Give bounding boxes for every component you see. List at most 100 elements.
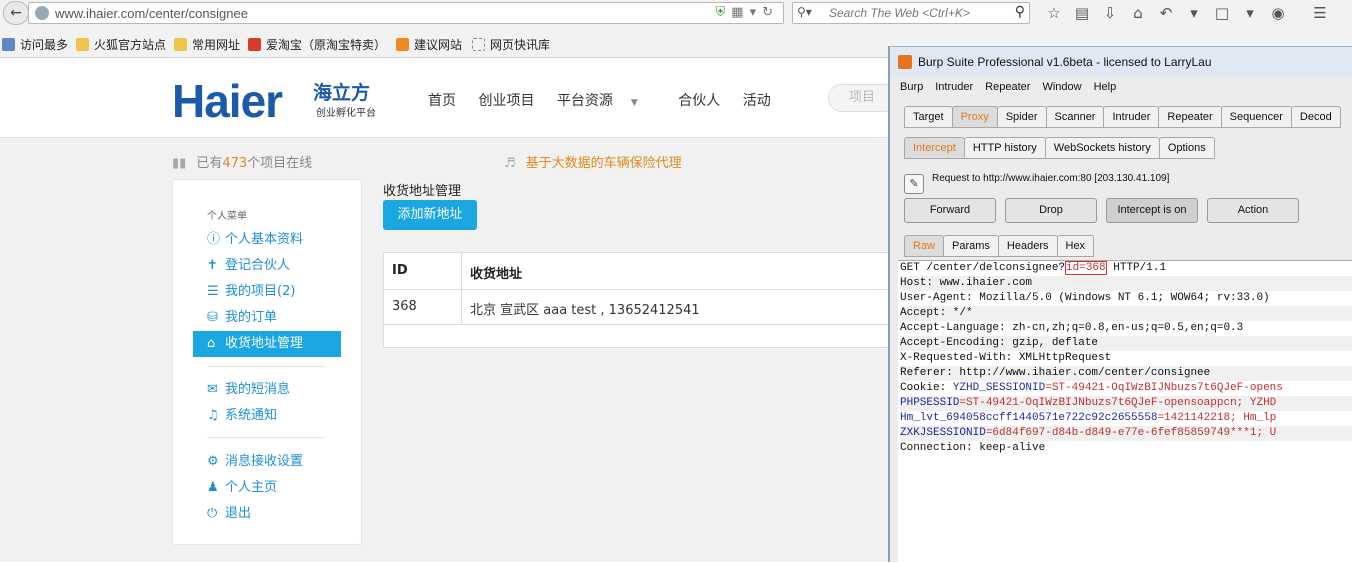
tab-headers[interactable]: Headers: [997, 235, 1058, 257]
home-icon: ⌂: [207, 336, 216, 351]
header-accept-encoding: Accept-Encoding: gzip, deflate: [900, 336, 1352, 351]
power-icon: ⏻: [207, 506, 218, 521]
list-icon: ☰: [207, 284, 219, 299]
project-count: 473: [222, 156, 248, 171]
menu-item-projects[interactable]: ☰ 我的项目(2): [193, 279, 341, 305]
tab-params[interactable]: Params: [943, 235, 999, 257]
header-accept: Accept: */*: [900, 306, 1352, 321]
tab-intruder[interactable]: Intruder: [1103, 106, 1160, 128]
tab-raw[interactable]: Raw: [904, 235, 945, 257]
download-icon[interactable]: ⇩: [1096, 2, 1124, 24]
burp-menu-bar: Burp Intruder Repeater Window Help: [890, 81, 1352, 99]
tab-options[interactable]: Options: [1158, 137, 1215, 159]
menu-item-homepage[interactable]: ♟ 个人主页: [193, 475, 341, 501]
nav-home[interactable]: 首页: [428, 93, 456, 109]
menu-item-addresses[interactable]: ⌂ 收货地址管理: [193, 331, 341, 357]
clipboard-icon[interactable]: ▤: [1068, 2, 1096, 24]
home-browser-icon[interactable]: ⌂: [1124, 2, 1152, 24]
search-box[interactable]: ⚲▾ Search The Web <Ctrl+K> ⚲: [792, 2, 1030, 24]
tab-scanner[interactable]: Scanner: [1045, 106, 1105, 128]
menu-item-messages[interactable]: ✉ 我的短消息: [193, 377, 341, 403]
main-nav: 首页 创业项目 平台资源 ▼ 合伙人 活动: [428, 90, 789, 110]
user-tie-icon: ✝: [207, 258, 218, 273]
bookmark-common[interactable]: 常用网址: [174, 36, 240, 54]
row-divider: [384, 289, 890, 290]
menu-item-profile[interactable]: ⓘ 个人基本资料: [193, 227, 341, 253]
menu-divider: [207, 366, 325, 367]
tab-proxy[interactable]: Proxy: [951, 106, 998, 128]
bookmark-webslices[interactable]: 网页快讯库: [472, 36, 550, 54]
chevron-down-icon[interactable]: ▾: [1180, 2, 1208, 24]
nav-resources[interactable]: 平台资源 ▼: [557, 93, 656, 109]
pencil-icon[interactable]: ✎: [904, 174, 924, 194]
menu-item-orders[interactable]: ⛁ 我的订单: [193, 305, 341, 331]
burp-suite-window: Burp Suite Professional v1.6beta - licen…: [888, 46, 1352, 563]
tab-decoder[interactable]: Decod: [1290, 106, 1341, 128]
tab-hex[interactable]: Hex: [1056, 235, 1095, 257]
tab-target[interactable]: Target: [904, 106, 953, 128]
back-button[interactable]: ←: [3, 1, 29, 25]
ad-link[interactable]: ♬ 基于大数据的车辆保险代理: [504, 152, 682, 171]
tab-websockets-history[interactable]: WebSockets history: [1044, 137, 1160, 159]
intercept-toggle-button[interactable]: Intercept is on: [1106, 198, 1198, 223]
qr-icon[interactable]: ▦: [731, 5, 749, 20]
chat-icon[interactable]: ◉: [1264, 2, 1292, 24]
taobao-icon: [248, 38, 261, 51]
tab-repeater[interactable]: Repeater: [1158, 106, 1222, 128]
tab-http-history[interactable]: HTTP history: [963, 137, 1046, 159]
haier-logo[interactable]: Haier: [172, 74, 283, 128]
menu-item-msg-settings[interactable]: ⚙ 消息接收设置: [193, 449, 341, 475]
menu-icon[interactable]: ☰: [1306, 2, 1334, 24]
tab-spider[interactable]: Spider: [996, 106, 1047, 128]
globe-icon: [35, 6, 49, 20]
header-connection: Connection: keep-alive: [900, 442, 1046, 454]
cell-address: 北京 宣武区 aaa test , 13652412541: [470, 303, 700, 318]
burp-proxy-tabs: Intercept HTTP history WebSockets history O…: [904, 137, 1215, 159]
search-icon[interactable]: ⚲: [1015, 4, 1025, 20]
forward-button[interactable]: Forward: [904, 198, 996, 223]
crop-icon[interactable]: □: [1208, 2, 1236, 24]
dropdown-icon[interactable]: ▾: [750, 5, 763, 20]
tab-intercept[interactable]: Intercept: [904, 137, 965, 159]
menu-help[interactable]: Help: [1094, 81, 1117, 93]
search-engine-icon[interactable]: ⚲▾: [797, 5, 812, 19]
menu-repeater[interactable]: Repeater: [985, 81, 1030, 93]
envelope-icon: ✉: [207, 382, 218, 397]
chevron-down-icon[interactable]: ▾: [1236, 2, 1264, 24]
undo-icon[interactable]: ↶: [1152, 2, 1180, 24]
add-address-button[interactable]: 添加新地址: [383, 200, 477, 230]
toolbar-icons: ☆ ▤ ⇩ ⌂ ↶ ▾ □ ▾ ◉ ☰: [1040, 2, 1334, 24]
webslice-icon: [472, 38, 485, 51]
nav-partners[interactable]: 合伙人: [678, 93, 720, 109]
url-text: www.ihaier.com/center/consignee: [55, 6, 248, 21]
raw-request-editor[interactable]: GET /center/delconsignee?id=368 HTTP/1.1…: [898, 260, 1352, 563]
menu-item-logout[interactable]: ⏻ 退出: [193, 501, 341, 527]
shield-icon[interactable]: ⛨: [716, 5, 732, 20]
menu-window[interactable]: Window: [1042, 81, 1081, 93]
nav-projects[interactable]: 创业项目: [478, 93, 534, 109]
bookmark-firefox[interactable]: 火狐官方站点: [76, 36, 166, 54]
header-user-agent: User-Agent: Mozilla/5.0 (Windows NT 6.1;…: [900, 292, 1270, 304]
personal-menu: 个人菜单 ⓘ 个人基本资料 ✝ 登记合伙人 ☰ 我的项目(2) ⛁ 我的订单 ⌂ 收货地址…: [172, 179, 362, 545]
address-bar[interactable]: www.ihaier.com/center/consignee ⛨▦▾↻: [28, 2, 784, 24]
star-icon[interactable]: ☆: [1040, 2, 1068, 24]
tab-sequencer[interactable]: Sequencer: [1220, 106, 1292, 128]
menu-burp[interactable]: Burp: [900, 81, 923, 93]
menu-intruder[interactable]: Intruder: [935, 81, 973, 93]
row-divider: [384, 324, 890, 325]
column-header-address: 收货地址: [470, 267, 523, 282]
menu-item-notices[interactable]: ♫ 系统通知: [193, 403, 341, 429]
drop-button[interactable]: Drop: [1005, 198, 1097, 223]
bookmark-most-visited[interactable]: 访问最多: [2, 36, 68, 54]
bullhorn-icon: ♫: [207, 408, 219, 423]
bookmark-suggested[interactable]: 建议网站: [396, 36, 462, 54]
action-button[interactable]: Action: [1207, 198, 1299, 223]
page-title: 收货地址管理: [383, 184, 462, 199]
menu-divider: [207, 437, 325, 438]
reload-icon[interactable]: ↻: [762, 5, 779, 20]
nav-events[interactable]: 活动: [743, 93, 771, 109]
folder-icon: [174, 38, 187, 51]
menu-item-partner[interactable]: ✝ 登记合伙人: [193, 253, 341, 279]
address-content: 收货地址管理 添加新地址 ID 收货地址 368 北京 宣武区 aaa test…: [383, 179, 890, 349]
bookmark-aitaobao[interactable]: 爱淘宝（原淘宝特卖）: [248, 36, 386, 54]
